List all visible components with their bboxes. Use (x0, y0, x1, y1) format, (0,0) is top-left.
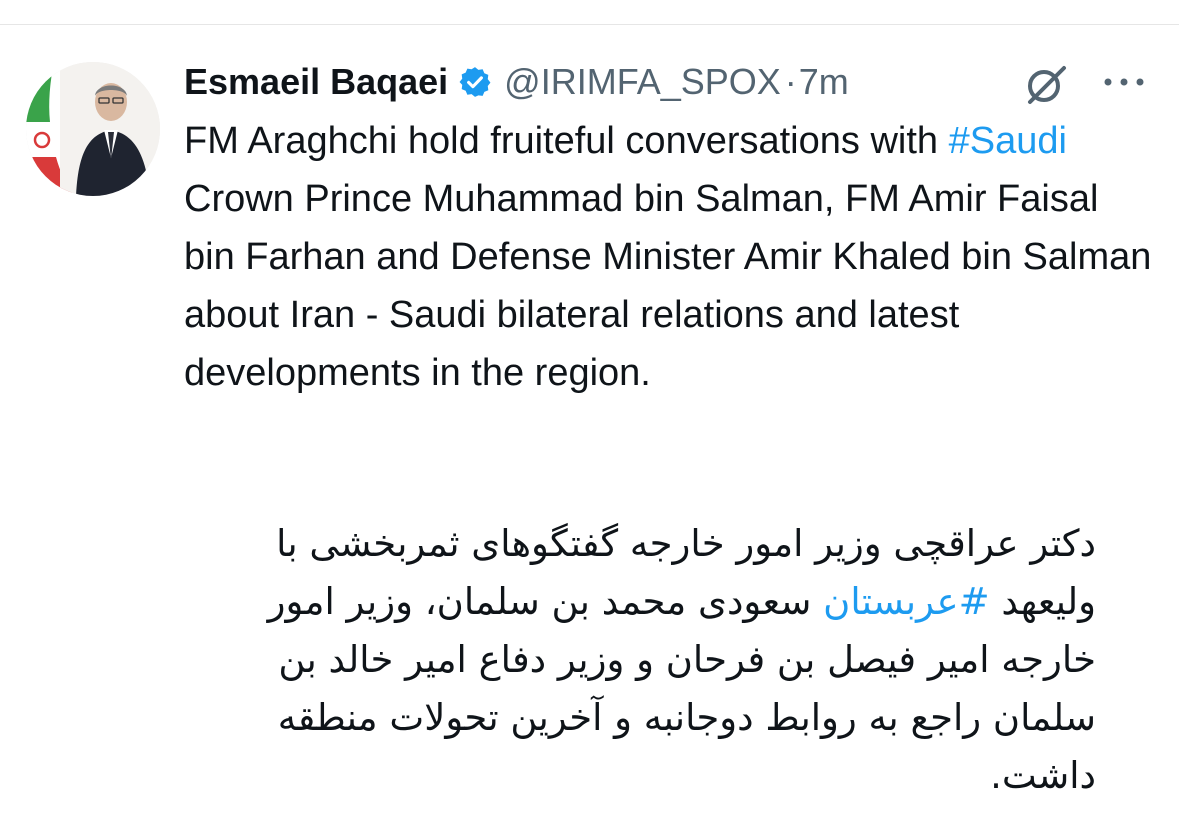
more-options-icon[interactable] (1100, 64, 1148, 100)
tweet-timestamp[interactable]: 7m (799, 61, 849, 103)
tweet-text-english: FM Araghchi hold fruiteful conversations… (184, 112, 1159, 402)
hashtag-link-saudi[interactable]: #Saudi (949, 120, 1067, 162)
author-display-name[interactable]: Esmaeil Baqaei (184, 61, 448, 103)
tweet-text-part: FM Araghchi hold fruiteful conversations… (184, 120, 949, 162)
verified-badge-icon (458, 65, 492, 99)
tweet-text-part: Crown Prince Muhammad bin Salman, FM Ami… (184, 178, 1152, 394)
top-divider (0, 24, 1179, 25)
separator-dot: · (784, 61, 797, 102)
author-handle[interactable]: @IRIMFA_SPOX (504, 61, 781, 103)
grok-icon[interactable] (1022, 60, 1070, 108)
avatar-image (26, 62, 160, 196)
profile-avatar[interactable] (26, 62, 160, 196)
tweet-text-persian: دکتر عراقچی وزیر امور خارجه گفتگوهای ثمر… (184, 515, 1096, 805)
hashtag-link-arabia[interactable]: #عربستان (823, 580, 989, 623)
tweet-header: Esmaeil Baqaei @IRIMFA_SPOX · 7m (184, 55, 849, 109)
